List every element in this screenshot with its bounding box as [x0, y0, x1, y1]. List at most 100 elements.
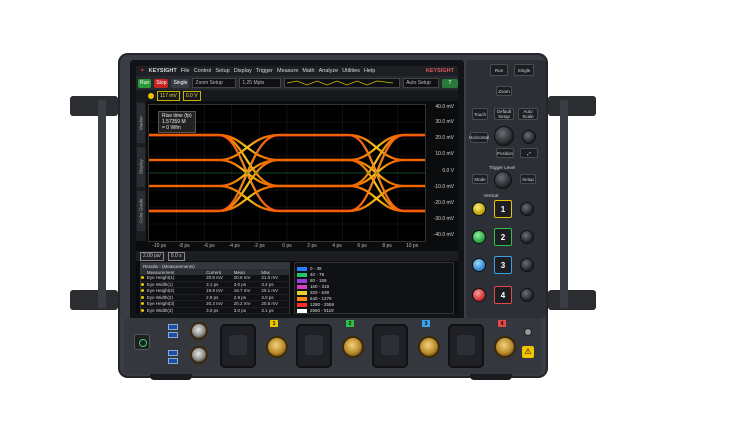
brand-text: KEYSIGHT: [148, 68, 177, 74]
col-header[interactable]: Max: [261, 270, 289, 275]
channel-1-input[interactable]: [266, 336, 288, 358]
table-cell: 20.3 mV: [206, 301, 223, 307]
menu-analyze[interactable]: Analyze: [319, 68, 339, 74]
trigger-indicator[interactable]: T: [442, 78, 458, 88]
ch2-offset-knob[interactable]: [520, 230, 534, 244]
y-tick: 30.0 mV: [435, 119, 454, 125]
probe-slot-2[interactable]: [296, 324, 332, 368]
run-button[interactable]: Run: [138, 78, 152, 88]
power-button[interactable]: [134, 334, 150, 350]
ch1-offset-knob[interactable]: [520, 202, 534, 216]
table-cell: Eye Width(1): [146, 281, 173, 287]
horizontal-key[interactable]: Horizontal: [469, 132, 489, 143]
position-key[interactable]: Position: [496, 148, 514, 158]
probe-slot-4[interactable]: [448, 324, 484, 368]
usb-port-1[interactable]: [168, 324, 178, 330]
zoom-setup-field[interactable]: Zoom Setup: [192, 78, 237, 88]
horizontal-scale-knob[interactable]: [494, 126, 514, 146]
single-button[interactable]: Single: [171, 78, 190, 88]
waveform-preview-icon: [287, 80, 394, 86]
default-setup-key[interactable]: Default Setup: [494, 108, 514, 120]
zoom-right-key[interactable]: ⤢: [520, 148, 538, 158]
delay-readout[interactable]: 0.0 s: [167, 251, 185, 261]
rise-time-annotation[interactable]: Rise time (fp) 1.57359 M = 0 Wfm: [158, 111, 196, 133]
horizontal-position-knob[interactable]: [522, 130, 536, 144]
menu-utilities[interactable]: Utilities: [342, 68, 360, 74]
side-tab-display[interactable]: Display: [137, 147, 145, 187]
menu-control[interactable]: Control: [194, 68, 212, 74]
right-handle-rail: [560, 100, 568, 308]
menu-measure[interactable]: Measure: [277, 68, 298, 74]
probe-slot-3[interactable]: [372, 324, 408, 368]
trigger-setup-key[interactable]: Setup: [520, 174, 536, 184]
auto-setup-field[interactable]: Auto Setup: [403, 78, 440, 88]
display-screen[interactable]: ✦ KEYSIGHT File Control Setup Display Tr…: [136, 66, 458, 314]
menu-help[interactable]: Help: [364, 68, 375, 74]
stop-button[interactable]: Stop: [154, 78, 169, 88]
run-stop-key[interactable]: Run: [490, 64, 508, 76]
usb-port-3[interactable]: [168, 350, 178, 356]
ch3-scale-knob[interactable]: [472, 258, 486, 272]
channel-4-button[interactable]: 4: [494, 286, 512, 304]
ground-terminal[interactable]: [524, 328, 532, 336]
menu-math[interactable]: Math: [302, 68, 314, 74]
table-cell: 21.0 mV: [261, 275, 279, 281]
usb-port-2[interactable]: [168, 332, 178, 338]
menu-setup[interactable]: Setup: [215, 68, 229, 74]
right-handle-bottom[interactable]: [548, 290, 596, 310]
auto-scale-key[interactable]: Auto Scale: [518, 108, 538, 120]
table-cell: Eye Height(1): [146, 275, 175, 281]
ch2-scale-knob[interactable]: [472, 230, 486, 244]
side-tab-color-grade[interactable]: Color Grade: [137, 191, 145, 231]
legend-entry: 640 - 1279: [297, 296, 453, 301]
channel-4-input[interactable]: [494, 336, 516, 358]
col-header[interactable]: Mean: [234, 270, 262, 275]
channel-3-input[interactable]: [418, 336, 440, 358]
channel-1-indicator-icon[interactable]: [148, 92, 154, 99]
left-handle-top[interactable]: [70, 96, 118, 116]
side-tab-marker[interactable]: Marker: [137, 103, 145, 143]
legend-entry: 0 - 39: [297, 266, 453, 271]
color-swatch-icon: [297, 308, 307, 313]
ch1-scale[interactable]: 117 mV: [157, 90, 180, 101]
trigger-level-knob[interactable]: [494, 171, 512, 189]
ch3-offset-knob[interactable]: [520, 258, 534, 272]
channel-1-button[interactable]: 1: [494, 200, 512, 218]
aux-bnc-connector-2[interactable]: [190, 346, 208, 364]
channel-2-input[interactable]: [342, 336, 364, 358]
table-cell: 2.9 ps: [233, 294, 247, 300]
col-header[interactable]: Measurement: [147, 270, 206, 275]
usb-port-4[interactable]: [168, 358, 178, 364]
warning-icon: ⚠: [522, 346, 534, 358]
status-bar: 2.00 ps/ 0.0 s: [136, 251, 458, 261]
ch4-offset-knob[interactable]: [520, 288, 534, 302]
legend-entry: 320 - 639: [297, 290, 453, 295]
aux-bnc-connector-1[interactable]: [190, 322, 208, 340]
trigger-level-label: Trigger Level: [488, 165, 516, 170]
left-handle-bottom[interactable]: [70, 290, 118, 310]
channel-3-button[interactable]: 3: [494, 256, 512, 274]
trigger-mode-key[interactable]: Mode: [472, 174, 488, 184]
waveform-preview-field[interactable]: [284, 78, 401, 88]
menu-trigger[interactable]: Trigger: [256, 68, 273, 74]
legend-entry: 40 - 79: [297, 272, 453, 277]
x-tick: -2 ps: [253, 243, 265, 249]
ch1-offset[interactable]: 0.0 V: [182, 90, 201, 101]
channel-2-button[interactable]: 2: [494, 228, 512, 246]
ch1-scale-knob[interactable]: [472, 202, 486, 216]
single-key[interactable]: Single: [514, 64, 534, 76]
x-axis-ticks: -10 ps -8 ps -6 ps -4 ps -2 ps 0 ps 2 ps…: [148, 243, 426, 251]
right-handle-top[interactable]: [548, 96, 596, 116]
memory-depth-field[interactable]: 1.25 Mpts: [239, 78, 282, 88]
timebase-readout[interactable]: 2.00 ps/: [140, 251, 164, 261]
probe-slot-1[interactable]: [220, 324, 256, 368]
col-header[interactable]: Current: [206, 270, 234, 275]
menu-file[interactable]: File: [181, 68, 190, 74]
x-tick: 4 ps: [332, 243, 342, 249]
ch4-scale-knob[interactable]: [472, 288, 486, 302]
zoom-key[interactable]: Zoom: [496, 86, 512, 96]
y-tick: -20.0 mV: [433, 200, 454, 206]
menu-display[interactable]: Display: [234, 68, 252, 74]
touch-key[interactable]: Touch: [472, 108, 488, 120]
x-tick: -6 ps: [203, 243, 215, 249]
